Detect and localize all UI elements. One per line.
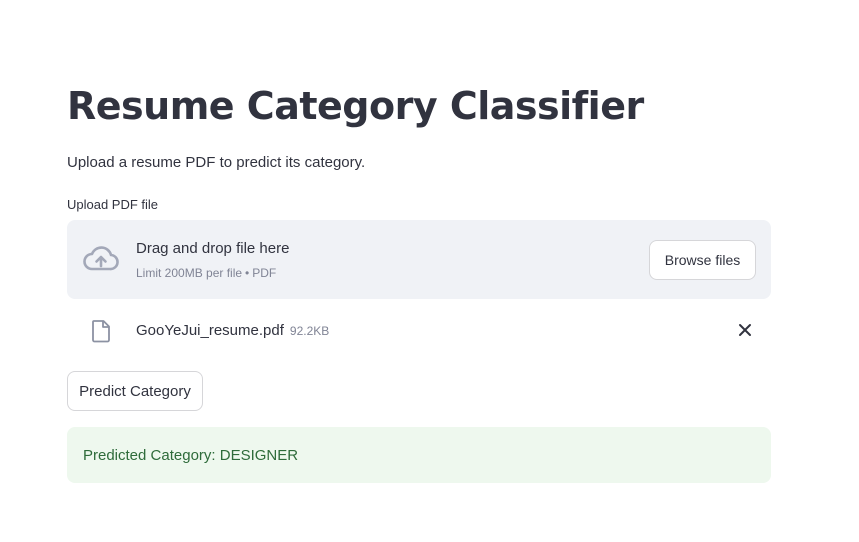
uploader-label: Upload PDF file [67,197,159,212]
dropzone-instructions: Drag and drop file here Limit 200MB per … [136,240,289,280]
prediction-result-alert: Predicted Category: DESIGNER [67,427,771,483]
prediction-result-text: Predicted Category: DESIGNER [83,446,299,464]
limit-size: Limit 200MB per file [136,266,243,280]
file-icon [91,319,111,343]
file-dropzone[interactable]: Drag and drop file here Limit 200MB per … [67,220,771,299]
browse-files-button[interactable]: Browse files [649,240,756,280]
close-icon[interactable] [737,322,753,338]
uploaded-file-row: GooYeJui_resume.pdf 92.2KB [67,310,771,350]
uploaded-file-info: GooYeJui_resume.pdf 92.2KB [136,322,329,339]
cloud-upload-icon [82,244,120,274]
predict-category-button[interactable]: Predict Category [67,371,203,411]
limit-separator: • [245,266,250,280]
dropzone-text: Drag and drop file here [136,240,290,257]
dropzone-limit: Limit 200MB per file • PDF [136,266,289,280]
page-subtitle: Upload a resume PDF to predict its categ… [67,154,366,171]
uploaded-file-name: GooYeJui_resume.pdf [136,322,284,339]
limit-types: PDF [252,266,277,280]
main-container: Resume Category Classifier Upload a resu… [0,0,859,542]
page-title: Resume Category Classifier [67,84,644,128]
uploaded-file-size: 92.2KB [289,324,330,338]
